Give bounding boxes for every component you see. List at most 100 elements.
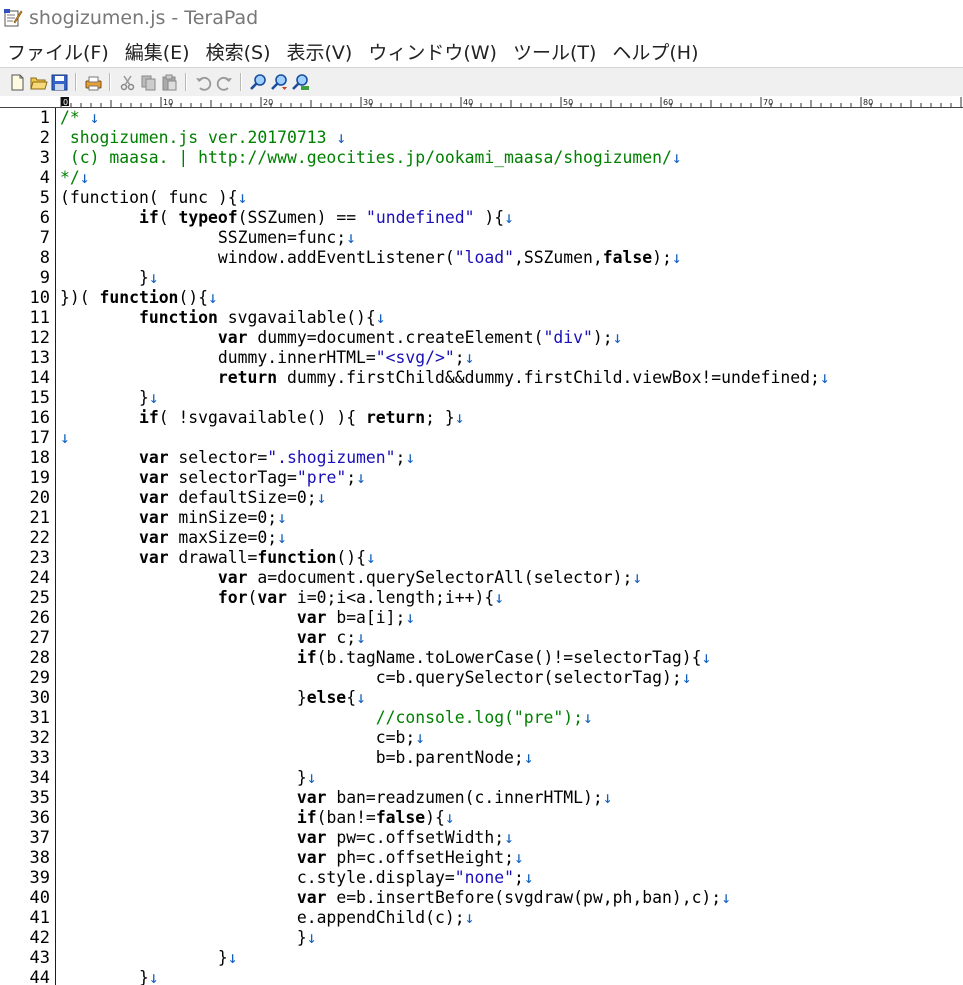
- save-icon[interactable]: [50, 73, 69, 92]
- menu-item-3[interactable]: 表示(V): [287, 38, 353, 65]
- redo-icon[interactable]: [215, 73, 234, 92]
- code-area[interactable]: /* ↓ shogizumen.js ver.20170713 ↓ (c) ma…: [60, 108, 960, 985]
- code-line[interactable]: //console.log("pre");↓: [60, 708, 593, 728]
- code-line[interactable]: e.appendChild(c);↓: [60, 908, 475, 928]
- menu-item-0[interactable]: ファイル(F): [7, 38, 109, 65]
- replace-icon[interactable]: [291, 73, 310, 92]
- code-line[interactable]: var ph=c.offsetHeight;↓: [60, 848, 524, 868]
- code-line[interactable]: window.addEventListener("load",SSZumen,f…: [60, 248, 682, 268]
- code-keyword: var: [138, 488, 169, 507]
- code-keyword: var: [217, 328, 248, 347]
- code-text: window.addEventListener(: [60, 248, 455, 267]
- code-line[interactable]: var drawall=function(){↓: [60, 548, 376, 568]
- code-line[interactable]: }↓: [60, 948, 238, 968]
- text-editor[interactable]: 1 2 3 4 5 6 7 8 9 10 11 12 13 14 15 16 17 18 19 20 21 22 23 24 2…: [0, 108, 963, 985]
- toolbar-separator: [240, 73, 242, 91]
- code-keyword: var: [138, 508, 169, 527]
- line-number: 11: [29, 308, 50, 328]
- code-line[interactable]: var e=b.insertBefore(svgdraw(pw,ph,ban),…: [60, 888, 731, 908]
- code-line[interactable]: var dummy=document.createElement("div");…: [60, 328, 623, 348]
- code-text: ; }: [425, 408, 455, 427]
- code-line[interactable]: var ban=readzumen(c.innerHTML);↓: [60, 788, 613, 808]
- code-text: (function( func ){: [60, 188, 238, 207]
- code-line[interactable]: var a=document.querySelectorAll(selector…: [60, 568, 642, 588]
- code-line[interactable]: c=b.querySelector(selectorTag);↓: [60, 668, 692, 688]
- code-keyword: var: [296, 848, 327, 867]
- line-number: 2: [39, 128, 50, 148]
- menu-item-1[interactable]: 編集(E): [125, 38, 190, 65]
- code-string: "<svg/>": [375, 348, 455, 367]
- code-text: SSZumen=func;: [60, 228, 347, 247]
- code-line[interactable]: if( typeof(SSZumen) == "undefined" ){↓: [60, 208, 514, 228]
- terapad-app-icon[interactable]: [3, 8, 23, 28]
- code-line[interactable]: }↓: [60, 268, 159, 288]
- line-number: 41: [29, 908, 50, 928]
- code-line[interactable]: }↓: [60, 968, 159, 985]
- paste-icon[interactable]: [160, 73, 179, 92]
- code-line[interactable]: var c;↓: [60, 628, 366, 648]
- code-keyword: false: [602, 248, 653, 267]
- line-number: 24: [29, 568, 50, 588]
- code-line[interactable]: if(ban!=false){↓: [60, 808, 455, 828]
- code-line[interactable]: SSZumen=func;↓: [60, 228, 356, 248]
- line-number: 19: [29, 468, 50, 488]
- code-line[interactable]: var minSize=0;↓: [60, 508, 287, 528]
- code-line[interactable]: c=b;↓: [60, 728, 425, 748]
- code-line[interactable]: if( !svgavailable() ){ return; }↓: [60, 408, 465, 428]
- code-line[interactable]: for(var i=0;i<a.length;i++){↓: [60, 588, 504, 608]
- menu-item-5[interactable]: ツール(T): [513, 38, 596, 65]
- code-line[interactable]: var defaultSize=0;↓: [60, 488, 327, 508]
- end-of-line-mark: ↓: [336, 128, 347, 147]
- code-line[interactable]: ↓: [60, 428, 70, 448]
- code-line[interactable]: }else{↓: [60, 688, 366, 708]
- code-line[interactable]: var b=a[i];↓: [60, 608, 415, 628]
- code-string: "pre": [296, 468, 347, 487]
- code-line[interactable]: }↓: [60, 388, 159, 408]
- code-line[interactable]: var selector=".shogizumen";↓: [60, 448, 415, 468]
- open-folder-icon[interactable]: [29, 73, 48, 92]
- code-line[interactable]: })( function(){↓: [60, 288, 218, 308]
- code-line[interactable]: return dummy.firstChild&&dummy.firstChil…: [60, 368, 830, 388]
- copy-icon[interactable]: [139, 73, 158, 92]
- code-line[interactable]: var pw=c.offsetWidth;↓: [60, 828, 514, 848]
- code-text: ){: [425, 808, 445, 827]
- menu-item-4[interactable]: ウィンドウ(W): [368, 38, 497, 65]
- code-line[interactable]: var selectorTag="pre";↓: [60, 468, 366, 488]
- code-line[interactable]: if(b.tagName.toLowerCase()!=selectorTag)…: [60, 648, 711, 668]
- line-number: 17: [29, 428, 50, 448]
- code-line[interactable]: }↓: [60, 768, 317, 788]
- end-of-line-mark: ↓: [306, 768, 317, 787]
- end-of-line-mark: ↓: [277, 528, 287, 547]
- code-line[interactable]: }↓: [60, 928, 317, 948]
- code-line[interactable]: */↓: [60, 168, 90, 188]
- undo-icon[interactable]: [194, 73, 213, 92]
- code-line[interactable]: var maxSize=0;↓: [60, 528, 287, 548]
- code-line[interactable]: c.style.display="none";↓: [60, 868, 534, 888]
- menu-item-2[interactable]: 検索(S): [206, 38, 271, 65]
- code-line[interactable]: (function( func ){↓: [60, 188, 248, 208]
- code-string: "load": [454, 248, 514, 267]
- print-icon[interactable]: [84, 73, 103, 92]
- cut-icon[interactable]: [118, 73, 137, 92]
- ruler-label: 50: [563, 98, 573, 107]
- find-icon[interactable]: [249, 73, 268, 92]
- menu-item-6[interactable]: ヘルプ(H): [612, 38, 698, 65]
- code-line[interactable]: shogizumen.js ver.20170713 ↓: [60, 128, 346, 148]
- end-of-line-mark: ↓: [405, 608, 416, 627]
- find-next-icon[interactable]: [270, 73, 289, 92]
- code-line[interactable]: dummy.innerHTML="<svg/>";↓: [60, 348, 475, 368]
- code-line[interactable]: function svgavailable(){↓: [60, 308, 386, 328]
- code-line[interactable]: b=b.parentNode;↓: [60, 748, 534, 768]
- line-number: 38: [29, 848, 50, 868]
- code-text: (: [247, 588, 258, 607]
- code-line[interactable]: /* ↓: [60, 108, 99, 128]
- code-line[interactable]: (c) maasa. | http://www.geocities.jp/ook…: [60, 148, 682, 168]
- code-keyword: var: [138, 468, 169, 487]
- new-file-icon[interactable]: [8, 73, 27, 92]
- end-of-line-mark: ↓: [602, 788, 613, 807]
- code-text: }: [60, 968, 149, 985]
